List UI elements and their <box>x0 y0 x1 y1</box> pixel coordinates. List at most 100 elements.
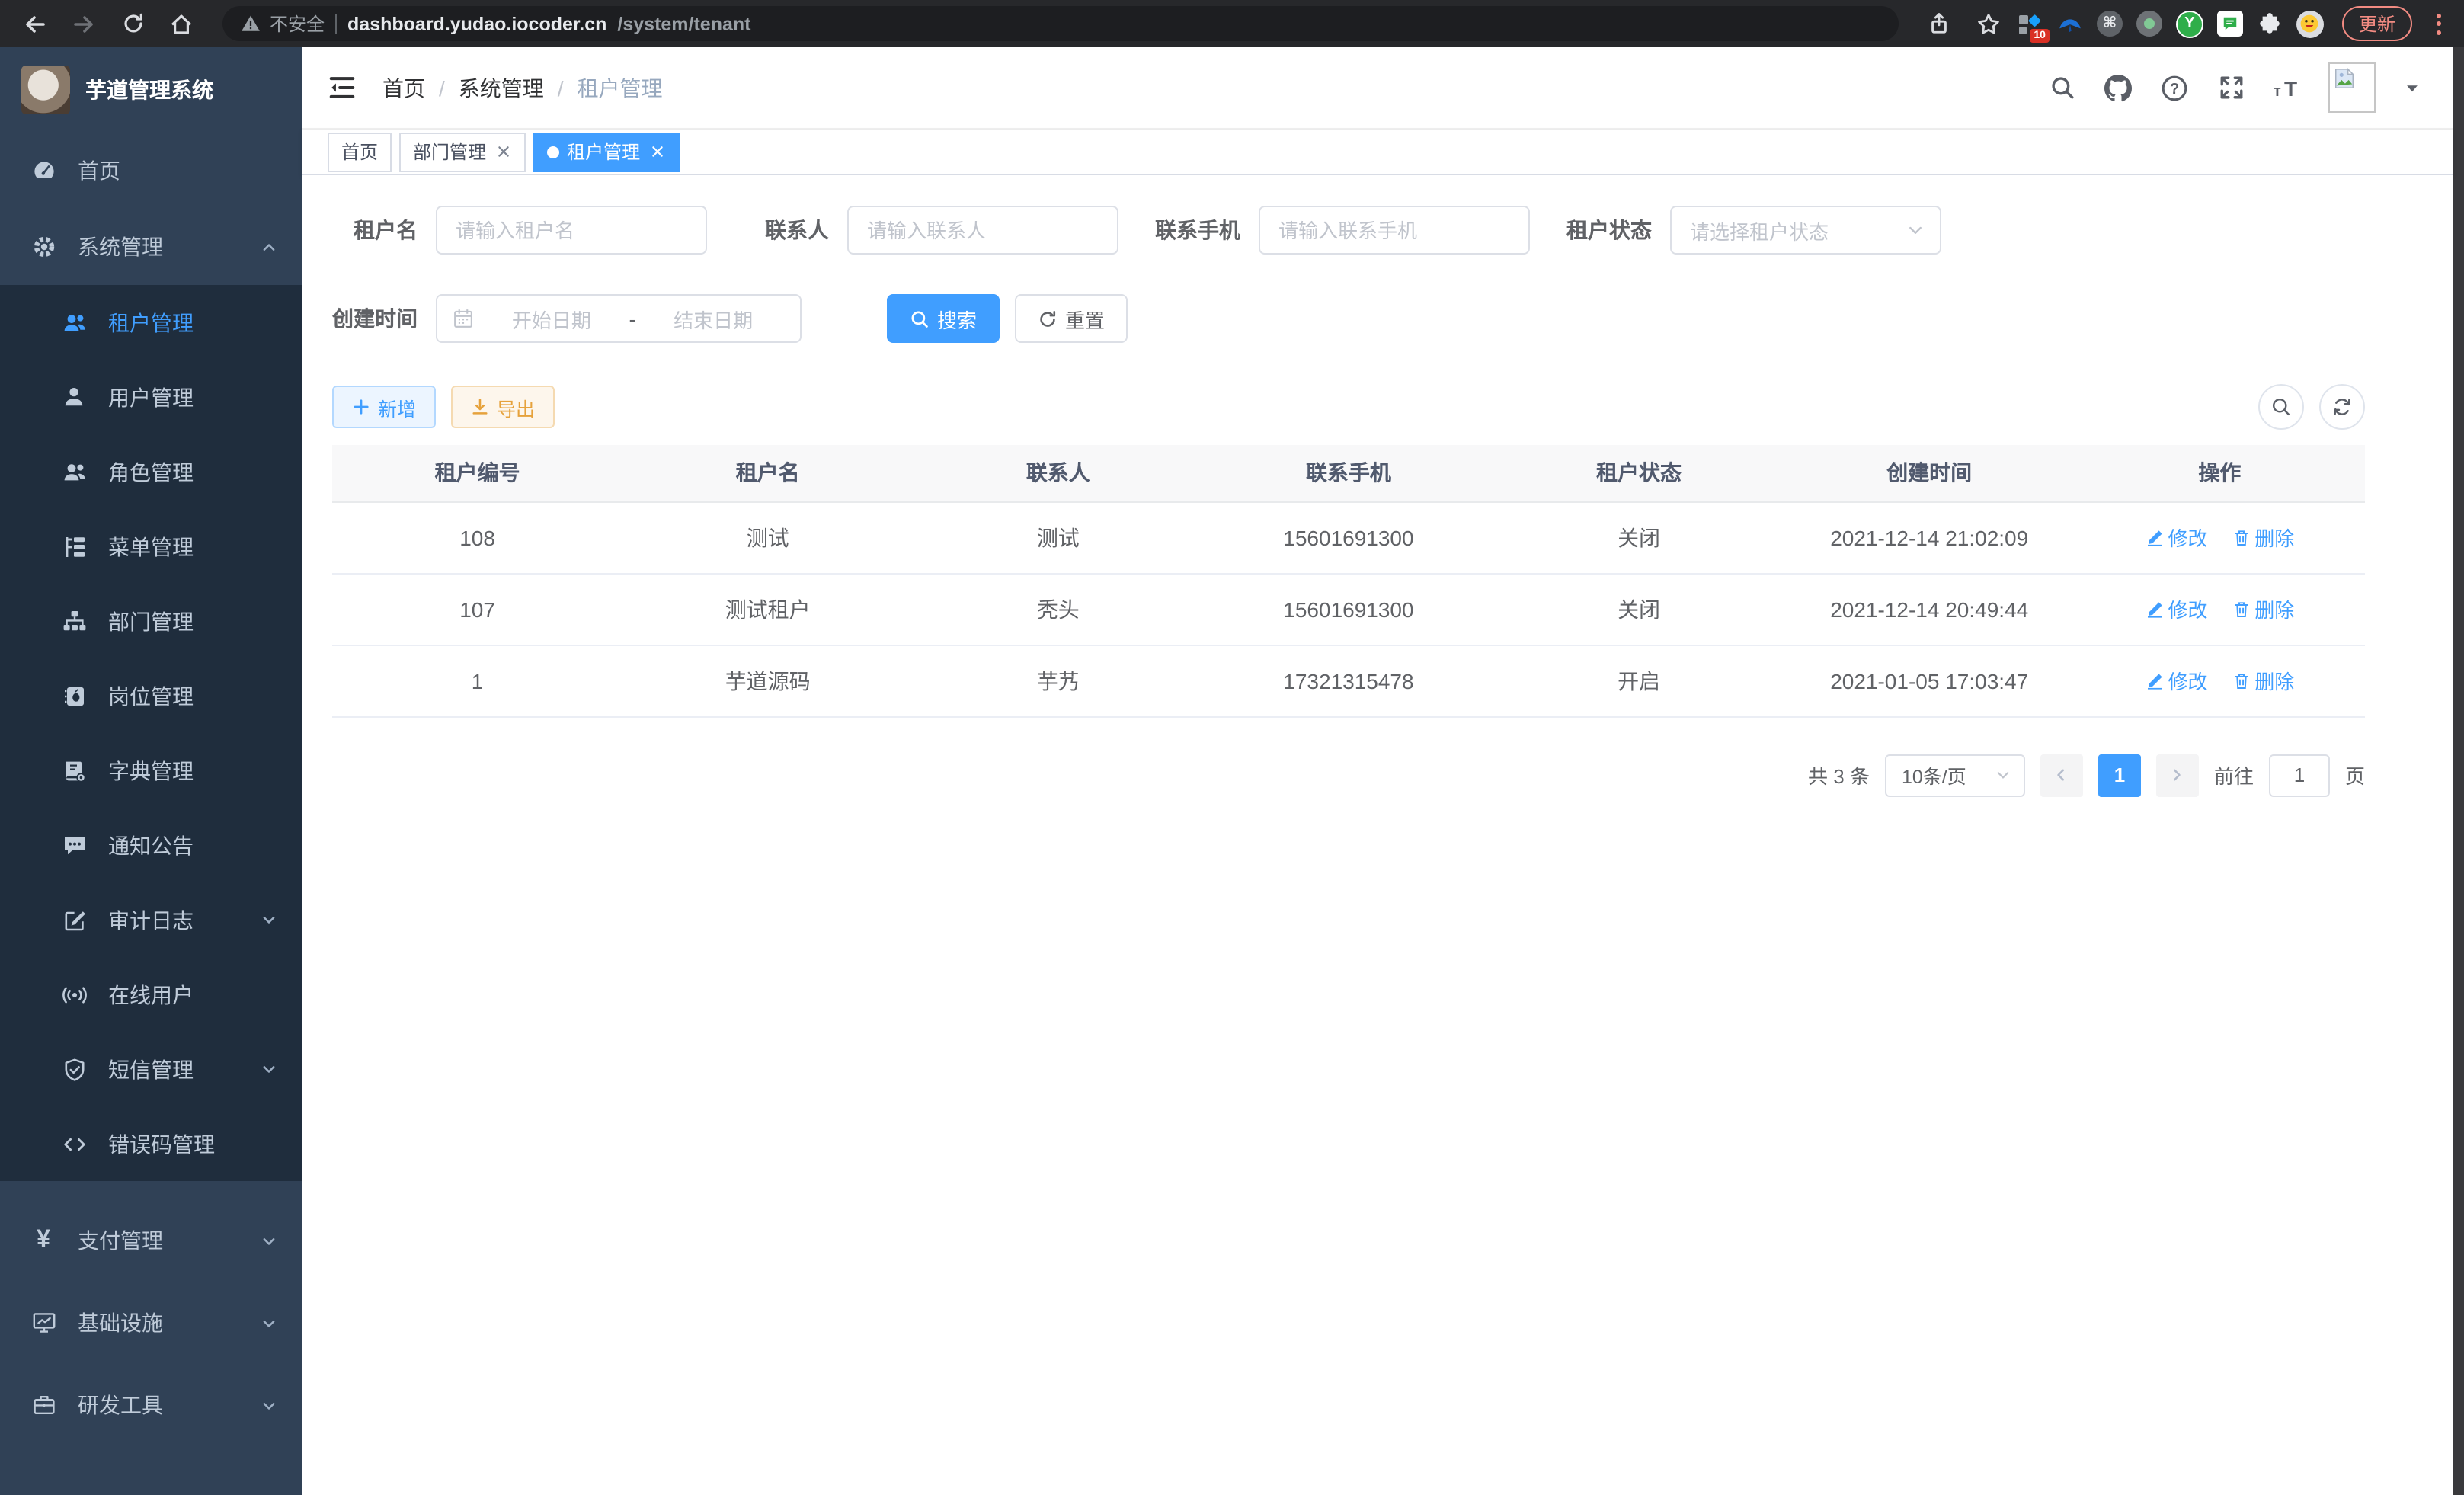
font-size-icon[interactable]: тT <box>2272 72 2302 103</box>
sidebar-item-home[interactable]: 首页 <box>0 133 302 209</box>
chevron-down-icon <box>261 1397 277 1413</box>
browser-home-icon[interactable] <box>162 4 201 43</box>
extension-status-dot-icon[interactable] <box>2136 11 2162 37</box>
sidebar-item-sms[interactable]: 短信管理 <box>0 1032 302 1106</box>
end-date-placeholder[interactable]: 结束日期 <box>642 304 785 333</box>
trash-icon <box>2232 528 2250 546</box>
tree-list-icon <box>61 533 87 559</box>
avatar[interactable] <box>2328 62 2376 113</box>
browser-update-button[interactable]: 更新 <box>2342 6 2412 41</box>
delete-link[interactable]: 删除 <box>2232 666 2294 695</box>
prev-page-button[interactable] <box>2040 754 2083 796</box>
sidebar-item-payment[interactable]: ¥ 支付管理 <box>0 1199 302 1282</box>
sidebar-item-tenant[interactable]: 租户管理 <box>0 285 302 360</box>
browser-back-icon[interactable] <box>15 4 55 43</box>
next-page-button[interactable] <box>2156 754 2199 796</box>
start-date-placeholder[interactable]: 开始日期 <box>480 304 623 333</box>
edit-link[interactable]: 修改 <box>2145 666 2207 695</box>
edit-link[interactable]: 修改 <box>2145 523 2207 552</box>
hide-search-button[interactable] <box>2258 384 2304 430</box>
goto-page-input[interactable] <box>2269 754 2330 796</box>
filter-phone: 联系手机 <box>1155 206 1530 255</box>
sidebar-item-role[interactable]: 角色管理 <box>0 434 302 509</box>
edit-link[interactable]: 修改 <box>2145 594 2207 623</box>
col-phone: 联系手机 <box>1203 445 1493 501</box>
export-button[interactable]: 导出 <box>451 386 555 428</box>
browser-toolbar: 不安全 dashboard.yudao.iocoder.cn/system/te… <box>0 0 2464 47</box>
address-bar[interactable]: 不安全 dashboard.yudao.iocoder.cn/system/te… <box>222 6 1899 41</box>
app-title: 芋道管理系统 <box>85 75 213 105</box>
phone-label: 联系手机 <box>1155 215 1259 245</box>
extension-command-icon[interactable]: ⌘ <box>2097 11 2123 37</box>
help-icon[interactable]: ? <box>2159 72 2190 103</box>
extension-y-icon[interactable]: Y <box>2176 10 2203 37</box>
sidebar-item-online-users[interactable]: 在线用户 <box>0 957 302 1032</box>
sidebar-item-audit-log[interactable]: 审计日志 <box>0 882 302 957</box>
browser-menu-icon[interactable] <box>2427 13 2449 34</box>
fullscreen-icon[interactable] <box>2216 72 2246 103</box>
org-tree-icon <box>61 608 87 634</box>
page-size-select[interactable]: 10条/页 <box>1885 754 2025 796</box>
status-label: 租户状态 <box>1566 215 1670 245</box>
sidebar-item-notice[interactable]: 通知公告 <box>0 808 302 882</box>
extension-kite-icon[interactable] <box>2057 11 2083 37</box>
breadcrumb-home[interactable]: 首页 <box>382 72 425 103</box>
bookmark-star-icon[interactable] <box>1969 4 2008 43</box>
sidebar-item-menu[interactable]: 菜单管理 <box>0 509 302 584</box>
github-icon[interactable] <box>2103 72 2133 103</box>
col-contact: 联系人 <box>913 445 1203 501</box>
sidebar-item-dept[interactable]: 部门管理 <box>0 584 302 658</box>
status-select[interactable]: 请选择租户状态 <box>1670 206 1941 255</box>
avatar-caret-icon[interactable] <box>2405 80 2420 95</box>
calendar-icon <box>453 308 474 329</box>
delete-link[interactable]: 删除 <box>2232 594 2294 623</box>
refresh-table-button[interactable] <box>2319 384 2365 430</box>
breadcrumb-system[interactable]: 系统管理 <box>459 72 544 103</box>
date-range-input[interactable]: 开始日期 - 结束日期 <box>436 294 802 343</box>
tab-home[interactable]: 首页 <box>328 132 392 171</box>
phone-input[interactable] <box>1259 206 1530 255</box>
sidebar-item-user[interactable]: 用户管理 <box>0 360 302 434</box>
yen-icon: ¥ <box>30 1228 56 1253</box>
reset-button[interactable]: 重置 <box>1015 294 1128 343</box>
extension-chat-icon[interactable] <box>2217 11 2243 37</box>
extensions-puzzle-icon[interactable] <box>2257 11 2283 37</box>
sidebar-item-post[interactable]: 岗位管理 <box>0 658 302 733</box>
chevron-down-icon <box>261 1061 277 1077</box>
col-created: 创建时间 <box>1784 445 2075 501</box>
tab-tenant[interactable]: 租户管理 <box>533 132 680 171</box>
trash-icon <box>2232 600 2250 618</box>
col-tenant-id: 租户编号 <box>332 445 622 501</box>
gear-icon <box>30 234 56 260</box>
share-icon[interactable] <box>1920 4 1960 43</box>
extension-tampermonkey-icon[interactable]: 10 <box>2018 11 2043 37</box>
header-search-icon[interactable] <box>2046 72 2077 103</box>
page-content: 租户名 联系人 联系手机 租户状态 请选择租户状态 <box>302 175 2453 1495</box>
search-button[interactable]: 搜索 <box>887 294 1000 343</box>
sidebar-item-error-code[interactable]: 错误码管理 <box>0 1106 302 1181</box>
goto-label: 前往 <box>2214 760 2254 789</box>
browser-forward-icon[interactable] <box>64 4 104 43</box>
add-button[interactable]: 新增 <box>332 386 436 428</box>
search-icon <box>2270 396 2292 418</box>
delete-link[interactable]: 删除 <box>2232 523 2294 552</box>
dashboard-icon <box>30 158 56 184</box>
contact-input[interactable] <box>847 206 1118 255</box>
browser-reload-icon[interactable] <box>113 4 152 43</box>
top-navbar: 首页 / 系统管理 / 租户管理 ? <box>302 47 2453 130</box>
close-icon[interactable] <box>648 142 666 161</box>
table-row: 108 测试 测试 15601691300 关闭 2021-12-14 21:0… <box>332 501 2365 573</box>
tab-dept[interactable]: 部门管理 <box>399 132 526 171</box>
page-number-button[interactable]: 1 <box>2098 754 2141 796</box>
app-logo[interactable]: 芋道管理系统 <box>0 47 302 133</box>
extension-emoji-icon[interactable] <box>2296 10 2324 37</box>
security-indicator[interactable]: 不安全 <box>241 11 325 37</box>
sidebar-item-dev-tools[interactable]: 研发工具 <box>0 1364 302 1446</box>
sidebar-item-dict[interactable]: 字典管理 <box>0 733 302 808</box>
close-icon[interactable] <box>494 142 512 161</box>
sidebar-item-system[interactable]: 系统管理 <box>0 209 302 285</box>
tenant-name-input[interactable] <box>436 206 707 255</box>
sidebar: 芋道管理系统 首页 系统管理 <box>0 47 302 1495</box>
sidebar-item-infrastructure[interactable]: 基础设施 <box>0 1282 302 1364</box>
sidebar-fold-icon[interactable] <box>325 71 358 104</box>
